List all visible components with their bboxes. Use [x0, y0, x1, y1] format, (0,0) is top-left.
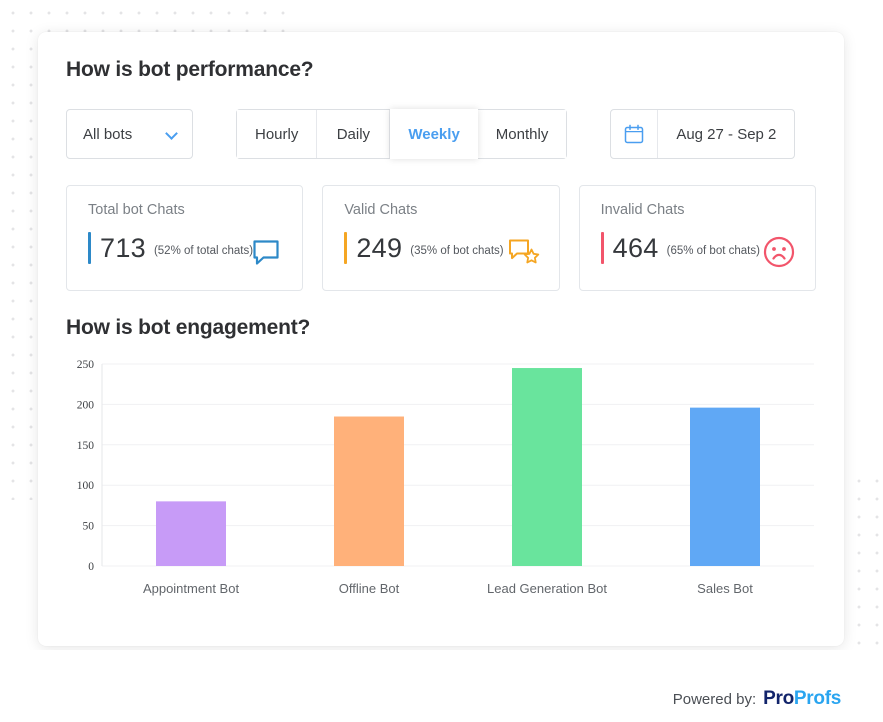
y-axis-tick-label: 100	[77, 480, 95, 492]
x-axis-tick-label: Lead Generation Bot	[487, 581, 607, 596]
chart-bar[interactable]	[156, 501, 226, 566]
chart-title: How is bot engagement?	[66, 316, 311, 339]
calendar-icon[interactable]	[611, 110, 659, 158]
controls-row: All bots Hourly Daily Weekly Monthly Aug…	[66, 109, 816, 159]
dashboard-panel: How is bot performance? All bots Hourly …	[38, 32, 844, 646]
tab-daily[interactable]: Daily	[317, 110, 391, 158]
date-range-value: Aug 27 - Sep 2	[676, 125, 777, 143]
stat-card-title: Valid Chats	[344, 202, 418, 218]
tab-monthly[interactable]: Monthly	[477, 110, 567, 158]
stat-card-value: 249	[356, 232, 403, 263]
accent-bar	[344, 232, 348, 264]
logo-pro: Pro	[763, 688, 794, 709]
stat-card-valid-chats: Valid Chats 249 (35% of bot chats)	[322, 185, 560, 291]
page-title: How is bot performance?	[66, 58, 314, 81]
y-axis-tick-label: 250	[77, 359, 95, 371]
stat-card-value: 713	[100, 232, 146, 263]
chart-bar[interactable]	[512, 368, 582, 566]
powered-by-label: Powered by:	[672, 690, 757, 708]
stat-card-value: 464	[612, 232, 659, 263]
chat-bubble-star-icon	[507, 236, 539, 268]
stat-card-total-bot-chats: Total bot Chats 713 (52% of total chats)	[66, 185, 304, 291]
y-axis-tick-label: 0	[88, 561, 94, 573]
background-mask-footer	[0, 650, 883, 722]
footer-branding: Powered by: ProProfs	[672, 688, 842, 710]
accent-bar	[600, 232, 604, 264]
sad-face-icon	[763, 236, 795, 268]
chart-x-axis: Appointment Bot Offline Bot Lead Generatio…	[143, 581, 753, 596]
tab-hourly[interactable]: Hourly	[237, 110, 318, 158]
stat-card-title: Invalid Chats	[600, 202, 685, 218]
tab-monthly-label: Monthly	[495, 125, 549, 143]
y-axis-tick-label: 200	[77, 399, 95, 411]
tab-daily-label: Daily	[336, 125, 371, 143]
chat-bubble-icon	[250, 236, 282, 268]
x-axis-tick-label: Sales Bot	[697, 581, 753, 596]
chart-bars	[156, 368, 760, 566]
date-range-picker[interactable]: Aug 27 - Sep 2	[610, 109, 796, 159]
x-axis-tick-label: Offline Bot	[339, 581, 400, 596]
accent-bar	[88, 232, 91, 264]
logo-profs: Profs	[793, 688, 841, 709]
bot-filter-dropdown[interactable]: All bots	[66, 109, 193, 159]
chart-bar[interactable]	[334, 416, 404, 566]
chart-svg: 0 50 100 150 200 250 Appointment Bot Offline B…	[77, 359, 814, 596]
proprofs-logo[interactable]: ProProfs	[763, 688, 841, 710]
granularity-tab-group: Hourly Daily Weekly Monthly	[236, 109, 568, 159]
y-axis-tick-label: 150	[77, 440, 95, 452]
bot-filter-label: All bots	[83, 125, 133, 143]
chart-y-axis: 0 50 100 150 200 250	[77, 359, 95, 573]
stat-card-subtext: (52% of total chats)	[153, 245, 254, 257]
tab-weekly[interactable]: Weekly	[390, 109, 478, 159]
stat-card-subtext: (35% of bot chats)	[410, 245, 504, 257]
engagement-bar-chart: 0 50 100 150 200 250 Appointment Bot Offline B…	[66, 354, 816, 604]
y-axis-tick-label: 50	[83, 521, 95, 533]
tab-hourly-label: Hourly	[255, 125, 299, 143]
stat-cards: Total bot Chats 713 (52% of total chats)…	[66, 185, 816, 291]
tab-weekly-label: Weekly	[408, 125, 460, 143]
background-mask-right	[846, 0, 883, 478]
stat-card-invalid-chats: Invalid Chats 464 (65% of bot chats)	[578, 185, 816, 291]
stat-card-title: Total bot Chats	[88, 202, 185, 218]
chevron-down-icon	[166, 128, 178, 140]
stat-card-subtext: (65% of bot chats)	[666, 245, 760, 257]
chart-bar[interactable]	[690, 407, 760, 566]
x-axis-tick-label: Appointment Bot	[143, 581, 240, 596]
